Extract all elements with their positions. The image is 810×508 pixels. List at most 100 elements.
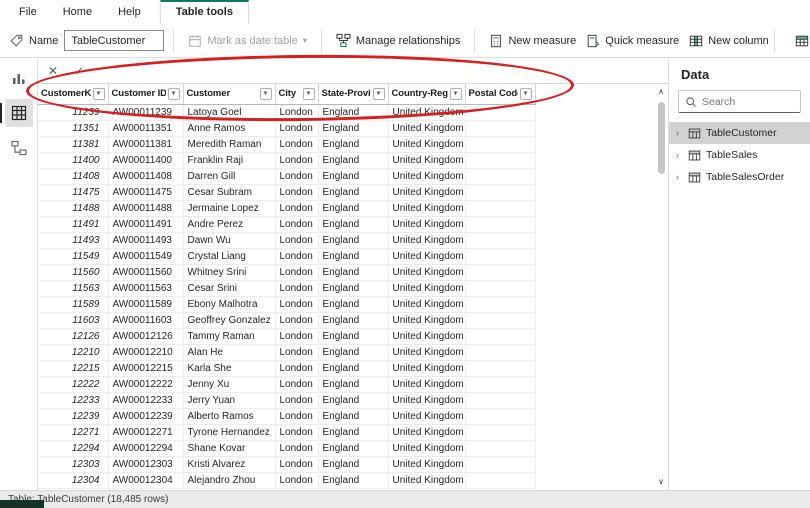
table-cell[interactable] [465,424,536,441]
filter-dropdown-icon[interactable]: ▾ [167,87,180,100]
menu-file[interactable]: File [6,1,50,24]
table-cell[interactable]: Cesar Subram [183,184,276,201]
table-cell[interactable]: 11475 [38,184,109,201]
table-cell[interactable]: AW00012126 [108,328,184,345]
filter-dropdown-icon[interactable]: ▾ [92,87,105,100]
table-cell[interactable]: London [275,328,319,345]
table-cell[interactable] [465,280,536,297]
table-cell[interactable]: London [275,296,319,313]
table-cell[interactable] [465,312,536,329]
model-view-button[interactable] [5,134,33,162]
table-cell[interactable]: England [318,312,389,329]
table-cell[interactable]: AW00011381 [108,136,184,153]
table-cell[interactable]: Shane Kovar [183,440,276,457]
table-cell[interactable]: AW00012210 [108,344,184,361]
table-cell[interactable]: AW00012233 [108,392,184,409]
table-cell[interactable]: Kristi Alvarez [183,456,276,473]
column-header[interactable]: City ▾ [275,84,319,105]
table-cell[interactable]: London [275,232,319,249]
table-cell[interactable] [465,392,536,409]
table-cell[interactable]: 12303 [38,456,109,473]
table-cell[interactable]: 11549 [38,248,109,265]
vertical-scrollbar[interactable]: ∧ ∨ [654,84,668,490]
table-cell[interactable] [465,376,536,393]
table-cell[interactable]: 11589 [38,296,109,313]
table-cell[interactable] [465,440,536,457]
table-cell[interactable]: London [275,152,319,169]
table-cell[interactable]: London [275,456,319,473]
clipped-ribbon-button[interactable] [790,30,810,52]
manage-relationships-button[interactable]: Manage relationships [331,29,466,52]
table-cell[interactable] [465,152,536,169]
table-cell[interactable]: London [275,104,319,121]
scroll-down-icon[interactable]: ∨ [658,478,664,486]
column-header[interactable]: CustomerKey▾ [38,84,109,105]
table-cell[interactable]: England [318,248,389,265]
table-cell[interactable]: United Kingdom [388,376,466,393]
table-cell[interactable]: England [318,280,389,297]
table-cell[interactable]: Cesar Srini [183,280,276,297]
table-cell[interactable]: London [275,392,319,409]
table-cell[interactable]: United Kingdom [388,360,466,377]
quick-measure-button[interactable]: Quick measure [581,30,684,52]
table-cell[interactable]: 11381 [38,136,109,153]
table-cell[interactable]: AW00012239 [108,408,184,425]
data-view-button[interactable] [0,99,33,127]
table-cell[interactable]: England [318,344,389,361]
table-cell[interactable]: England [318,456,389,473]
table-cell[interactable]: AW00011549 [108,248,184,265]
table-cell[interactable] [465,360,536,377]
table-cell[interactable]: United Kingdom [388,120,466,137]
table-cell[interactable]: United Kingdom [388,472,466,489]
table-cell[interactable]: Geoffrey Gonzalez [183,312,276,329]
table-cell[interactable]: London [275,200,319,217]
table-cell[interactable]: AW00011408 [108,168,184,185]
table-cell[interactable]: United Kingdom [388,200,466,217]
table-cell[interactable]: London [275,440,319,457]
menu-help[interactable]: Help [105,1,154,24]
new-column-button[interactable]: New column [684,30,774,52]
mark-as-date-table-button[interactable]: Mark as date table ▾ [183,30,312,52]
table-cell[interactable]: 11400 [38,152,109,169]
table-cell[interactable]: 11491 [38,216,109,233]
table-cell[interactable]: 11603 [38,312,109,329]
table-cell[interactable]: AW00012215 [108,360,184,377]
table-cell[interactable] [465,456,536,473]
filter-dropdown-icon[interactable]: ▾ [372,87,385,100]
table-cell[interactable]: England [318,136,389,153]
table-cell[interactable]: United Kingdom [388,408,466,425]
filter-dropdown-icon[interactable]: ▾ [519,87,532,100]
table-cell[interactable]: AW00011603 [108,312,184,329]
table-cell[interactable]: United Kingdom [388,248,466,265]
table-cell[interactable]: London [275,472,319,489]
table-row[interactable]: 12304 AW00012304 Alejandro Zhou London Engla… [38,472,536,489]
table-cell[interactable]: United Kingdom [388,296,466,313]
column-header[interactable]: Postal Code ▾ [465,84,536,105]
table-cell[interactable]: England [318,328,389,345]
table-cell[interactable]: London [275,424,319,441]
table-cell[interactable]: London [275,248,319,265]
table-cell[interactable]: Jermaine Lopez [183,200,276,217]
table-cell[interactable] [465,344,536,361]
table-cell[interactable] [465,168,536,185]
table-row[interactable]: 12233 AW00012233 Jerry Yuan London England Un… [38,392,536,409]
table-cell[interactable]: England [318,216,389,233]
table-cell[interactable]: United Kingdom [388,152,466,169]
table-cell[interactable]: AW00011493 [108,232,184,249]
table-cell[interactable]: Tammy Raman [183,328,276,345]
filter-dropdown-icon[interactable]: ▾ [449,87,462,100]
scrollbar-thumb[interactable] [658,102,665,174]
column-header[interactable]: Country-Region▾ [388,84,466,105]
table-cell[interactable]: London [275,136,319,153]
table-cell[interactable]: Alejandro Zhou [183,472,276,489]
table-cell[interactable]: Meredith Raman [183,136,276,153]
table-cell[interactable] [465,296,536,313]
table-cell[interactable]: England [318,168,389,185]
table-cell[interactable]: England [318,184,389,201]
table-cell[interactable]: 11351 [38,120,109,137]
table-row[interactable]: 11491 AW00011491 Andre Perez London England U… [38,216,536,233]
table-cell[interactable]: England [318,232,389,249]
table-row[interactable]: 11381 AW00011381 Meredith Raman London Engla… [38,136,536,153]
table-cell[interactable]: England [318,424,389,441]
table-cell[interactable]: Jerry Yuan [183,392,276,409]
